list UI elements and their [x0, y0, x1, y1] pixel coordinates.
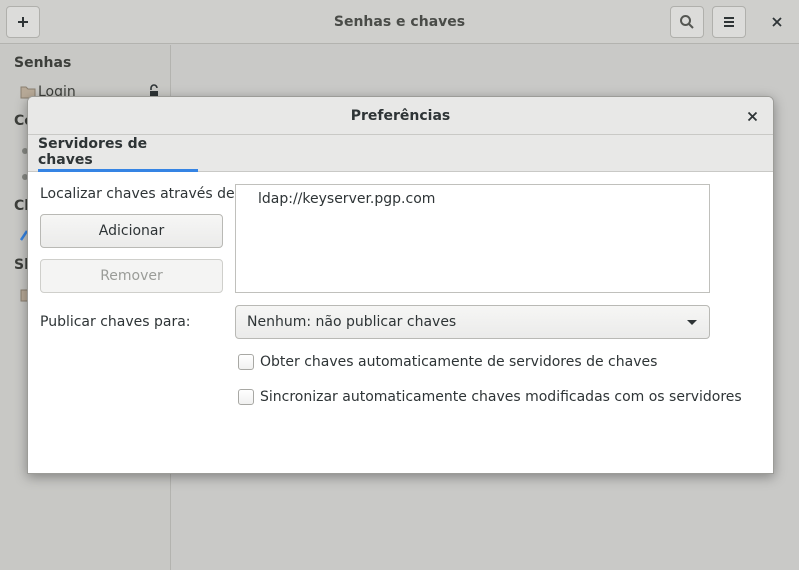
auto-sync-checkbox[interactable]: [238, 389, 254, 405]
window-close-button[interactable]: [760, 6, 794, 38]
preferences-dialog: Preferências Servidores de chaves Locali…: [27, 96, 774, 474]
sidebar-heading-passwords: Senhas: [14, 55, 72, 71]
hamburger-menu-icon: [724, 17, 734, 27]
close-icon: [747, 111, 757, 121]
auto-retrieve-checkbox[interactable]: [238, 354, 254, 370]
dialog-header: Preferências: [28, 97, 773, 135]
dialog-title: Preferências: [350, 107, 451, 124]
list-item[interactable]: ldap://keyserver.pgp.com: [258, 191, 435, 207]
remove-keyserver-button[interactable]: Remover: [40, 259, 223, 293]
main-menu-button[interactable]: [712, 6, 746, 38]
close-icon: [772, 17, 782, 27]
dialog-close-button[interactable]: [739, 103, 765, 129]
publish-keys-dropdown[interactable]: Nenhum: não publicar chaves: [235, 305, 710, 339]
auto-sync-label[interactable]: Sincronizar automaticamente chaves modif…: [260, 389, 742, 405]
dropdown-arrow-icon: [687, 320, 697, 325]
auto-retrieve-row[interactable]: Obter chaves automaticamente de servidor…: [238, 354, 657, 370]
dialog-tab-bar: Servidores de chaves: [28, 135, 773, 172]
search-icon: [680, 15, 694, 29]
header-bar: Senhas e chaves: [0, 0, 799, 44]
keyserver-list[interactable]: ldap://keyserver.pgp.com: [235, 184, 710, 293]
auto-sync-row[interactable]: Sincronizar automaticamente chaves modif…: [238, 389, 742, 405]
dropdown-selected-value: Nenhum: não publicar chaves: [247, 314, 457, 330]
find-keys-label: Localizar chaves através de:: [40, 186, 240, 202]
add-keyserver-button[interactable]: Adicionar: [40, 214, 223, 248]
publish-keys-label: Publicar chaves para:: [40, 314, 191, 330]
search-button[interactable]: [670, 6, 704, 38]
auto-retrieve-label[interactable]: Obter chaves automaticamente de servidor…: [260, 354, 657, 370]
tab-keyservers[interactable]: Servidores de chaves: [38, 135, 198, 172]
